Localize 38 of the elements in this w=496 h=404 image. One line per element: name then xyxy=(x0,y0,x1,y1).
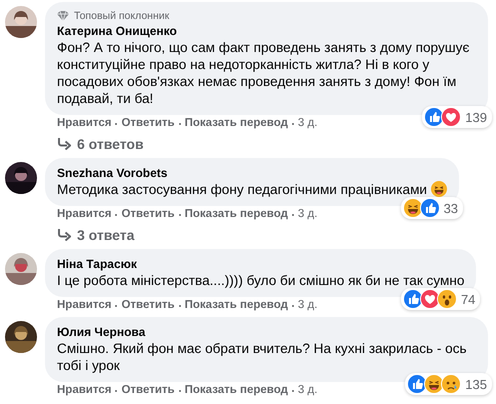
comment-text: Фон? А то нічого, що сам факт проведень занять з дому порушує конституційне право на недоторканність житла? Ні в кого у посадових обов'язках немає проведення занять з дому! Фон їм подавай, ти ба! xyxy=(57,39,470,107)
author-name[interactable]: Катерина Онищенко xyxy=(57,24,476,39)
reaction-badge[interactable]: 135 xyxy=(405,373,492,395)
reply-arrow-icon xyxy=(57,138,71,150)
action-link[interactable]: Нравится xyxy=(57,117,112,130)
reaction-badge[interactable]: 139 xyxy=(422,106,492,128)
timestamp[interactable]: 3 д. xyxy=(298,117,318,130)
timestamp[interactable]: 3 д. xyxy=(298,299,318,312)
action-link[interactable]: Нравится xyxy=(57,384,112,397)
reaction-badge[interactable]: 74 xyxy=(400,288,480,310)
action-link[interactable]: Ответить xyxy=(121,117,175,130)
reply-arrow-icon xyxy=(57,229,71,241)
reaction-count: 135 xyxy=(465,376,488,392)
action-link[interactable]: Нравится xyxy=(57,208,112,221)
fan-label: Топовый поклонник xyxy=(74,10,170,22)
reaction-count: 139 xyxy=(465,110,488,124)
timestamp[interactable]: 3 д. xyxy=(298,208,318,221)
view-replies-link[interactable]: 3 ответа xyxy=(57,227,488,243)
comment-text: І це робота міністерства....)))) було би смішно як би не так сумно xyxy=(57,272,464,289)
action-link[interactable]: Ответить xyxy=(121,384,175,397)
view-replies-link[interactable]: 6 ответов xyxy=(57,136,488,152)
comment-text: Методика застосування фону педагогічними працівниками xyxy=(57,181,448,198)
diamond-icon xyxy=(57,11,69,21)
reaction-count: 74 xyxy=(460,292,476,306)
reaction-badge[interactable]: 33 xyxy=(400,197,464,219)
action-link[interactable]: Показать перевод xyxy=(184,384,288,397)
action-link[interactable]: Нравится xyxy=(57,299,112,312)
action-link[interactable]: Показать перевод xyxy=(184,208,288,221)
comment-text: Смішно. Який фон має обрати вчитель? На кухні закрилась - ось тобі і урок xyxy=(57,340,468,374)
action-link[interactable]: Показать перевод xyxy=(184,299,288,312)
action-link[interactable]: Показать перевод xyxy=(184,117,288,130)
author-name[interactable]: Snezhana Vorobets xyxy=(57,166,448,181)
action-link[interactable]: Ответить xyxy=(121,208,175,221)
author-name[interactable]: Ніна Тарасюк xyxy=(57,257,464,272)
reaction-count: 33 xyxy=(444,200,460,216)
action-link[interactable]: Ответить xyxy=(121,299,175,312)
author-name[interactable]: Юлия Чернова xyxy=(57,325,476,340)
timestamp[interactable]: 3 д. xyxy=(298,384,318,397)
